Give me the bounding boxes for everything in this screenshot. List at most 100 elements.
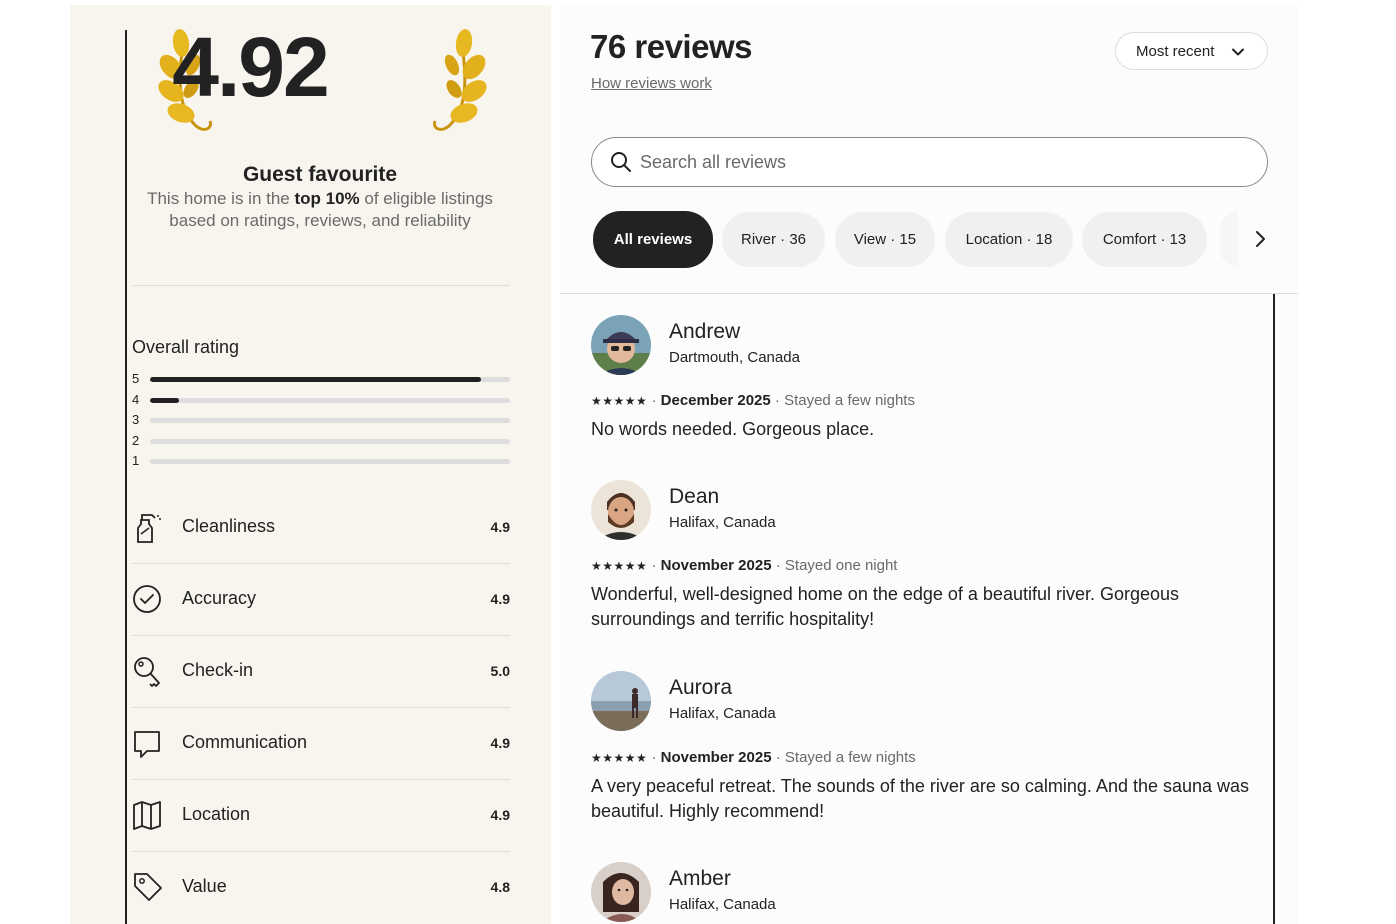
category-score: 4.9 [490, 735, 510, 751]
map-icon [133, 801, 161, 830]
review-item: Amber Halifax, Canada [591, 862, 1261, 922]
chat-bubble-icon [134, 731, 160, 758]
review-item: Aurora Halifax, Canada ★★★★★ · November 20… [591, 671, 1261, 821]
filter-chip[interactable]: All reviews [593, 211, 713, 268]
category-score: 4.9 [490, 591, 510, 607]
category-label: Cleanliness [182, 516, 276, 536]
filter-chip[interactable]: Comfort · 13 [1082, 212, 1207, 267]
guest-favourite-description: This home is in the top 10% of eligible … [135, 188, 505, 232]
rating-bar-fill [150, 377, 482, 382]
panel-border [125, 30, 127, 924]
rating-bar-track [150, 377, 510, 382]
category-score: 4.9 [490, 519, 510, 535]
category-row-accuracy: Accuracy 4.9 [132, 564, 510, 636]
category-label: Communication [182, 732, 308, 752]
review-item: Andrew Dartmouth, Canada ★★★★★ · December … [591, 315, 1261, 439]
category-score: 4.8 [490, 879, 510, 895]
reviews-modal: 4.92 Guest favourite This home is in the… [0, 0, 1396, 924]
filter-chip[interactable]: View · 15 [835, 212, 935, 267]
review-date: November 2025 [660, 749, 772, 766]
chevron-down-icon [1232, 48, 1244, 56]
rating-bar-row: 1 [132, 453, 510, 474]
rating-bar-fill [150, 397, 179, 403]
next-chip-partial [1220, 212, 1238, 267]
category-row-cleanliness: Cleanliness 4.9 [132, 492, 510, 564]
reviewer-location: Halifax, Canada [669, 705, 776, 722]
chevron-right-icon[interactable] [1250, 229, 1270, 249]
filter-chip[interactable]: River · 36 [722, 212, 825, 267]
category-row-value: Value 4.8 [132, 852, 510, 924]
rating-bar-label: 3 [132, 412, 140, 427]
divider [132, 285, 510, 286]
rating-bar-row: 4 [132, 392, 510, 413]
sort-label: Most recent [1136, 43, 1215, 60]
desc-highlight: top 10% [294, 189, 360, 208]
search-icon [611, 152, 631, 172]
rating-bar-track [150, 418, 510, 423]
avatar[interactable] [591, 480, 651, 540]
search-input[interactable] [640, 150, 1240, 174]
sort-dropdown[interactable]: Most recent [1115, 32, 1268, 70]
overall-score: 4.92 [172, 20, 330, 114]
rating-distribution: 5 4 3 2 1 [132, 371, 510, 474]
overall-rating-title: Overall rating [132, 337, 240, 357]
reviewer-location: Halifax, Canada [669, 514, 776, 531]
star-rating-icon: ★★★★★ [591, 394, 648, 408]
category-label: Location [182, 804, 251, 824]
rating-bar-label: 1 [132, 453, 140, 468]
spray-bottle-icon [137, 514, 161, 543]
avatar[interactable] [591, 315, 651, 375]
review-item: Dean Halifax, Canada ★★★★★ · November 2025… [591, 480, 1261, 629]
reviewer-location: Dartmouth, Canada [669, 349, 800, 366]
category-label: Check-in [182, 660, 254, 680]
category-score: 4.9 [490, 807, 510, 823]
key-icon [134, 657, 160, 687]
review-text: A very peaceful retreat. The sounds of t… [591, 776, 1250, 821]
category-label: Value [182, 876, 227, 896]
category-ratings: Cleanliness 4.9 Accuracy 4.9 Check-in 5.0 Comm… [132, 492, 510, 924]
reviewer-name: Amber [669, 867, 731, 890]
divider [560, 293, 1298, 294]
review-meta: ★★★★★ · November 2025 · Stayed one night [591, 557, 898, 574]
category-score: 5.0 [490, 663, 510, 679]
review-search-box[interactable] [591, 137, 1268, 187]
stay-length: Stayed a few nights [784, 749, 916, 766]
avatar[interactable] [591, 862, 651, 922]
review-meta: ★★★★★ · December 2025 · Stayed a few nig… [591, 392, 915, 409]
reviews-count-title: 76 reviews [590, 28, 752, 65]
reviewer-name: Andrew [669, 320, 741, 343]
price-tag-icon [134, 873, 162, 901]
guest-favourite-title: Guest favourite [242, 163, 398, 186]
rating-bar-label: 2 [132, 432, 140, 448]
category-row-location: Location 4.9 [132, 780, 510, 852]
review-date: December 2025 [660, 392, 771, 409]
rating-bar-row: 3 [132, 412, 510, 433]
rating-bar-row: 2 [132, 433, 510, 454]
rating-summary-panel: 4.92 Guest favourite This home is in the… [70, 5, 551, 924]
rating-bar-track [150, 397, 510, 403]
star-rating-icon: ★★★★★ [591, 751, 648, 765]
laurel-right-icon [432, 29, 487, 131]
review-meta: ★★★★★ · November 2025 · Stayed a few nig… [591, 749, 916, 766]
rating-bar-label: 5 [132, 371, 140, 386]
avatar[interactable] [591, 671, 651, 731]
review-filter-chips: All reviews River · 36 View · 15 Location ·… [593, 211, 1233, 268]
scrollbar-edge [1273, 294, 1275, 924]
rating-bar-track [150, 459, 510, 464]
review-text: No words needed. Gorgeous place. [591, 419, 875, 439]
review-date: November 2025 [660, 557, 772, 574]
category-row-check-in: Check-in 5.0 [132, 636, 510, 708]
rating-bar-label: 4 [132, 391, 140, 407]
category-row-communication: Communication 4.9 [132, 708, 510, 780]
reviewer-name: Dean [669, 485, 720, 508]
check-circle-icon [133, 585, 161, 613]
rating-bar-track [150, 438, 510, 444]
how-reviews-work-link[interactable]: How reviews work [591, 75, 712, 92]
stay-length: Stayed one night [784, 557, 898, 574]
stay-length: Stayed a few nights [784, 392, 915, 409]
rating-bar-row: 5 [132, 371, 510, 392]
filter-chip[interactable]: Location · 18 [945, 212, 1073, 267]
category-label: Accuracy [182, 588, 257, 608]
review-text: Wonderful, well-designed home on the edg… [591, 584, 1180, 629]
star-rating-icon: ★★★★★ [591, 559, 648, 573]
